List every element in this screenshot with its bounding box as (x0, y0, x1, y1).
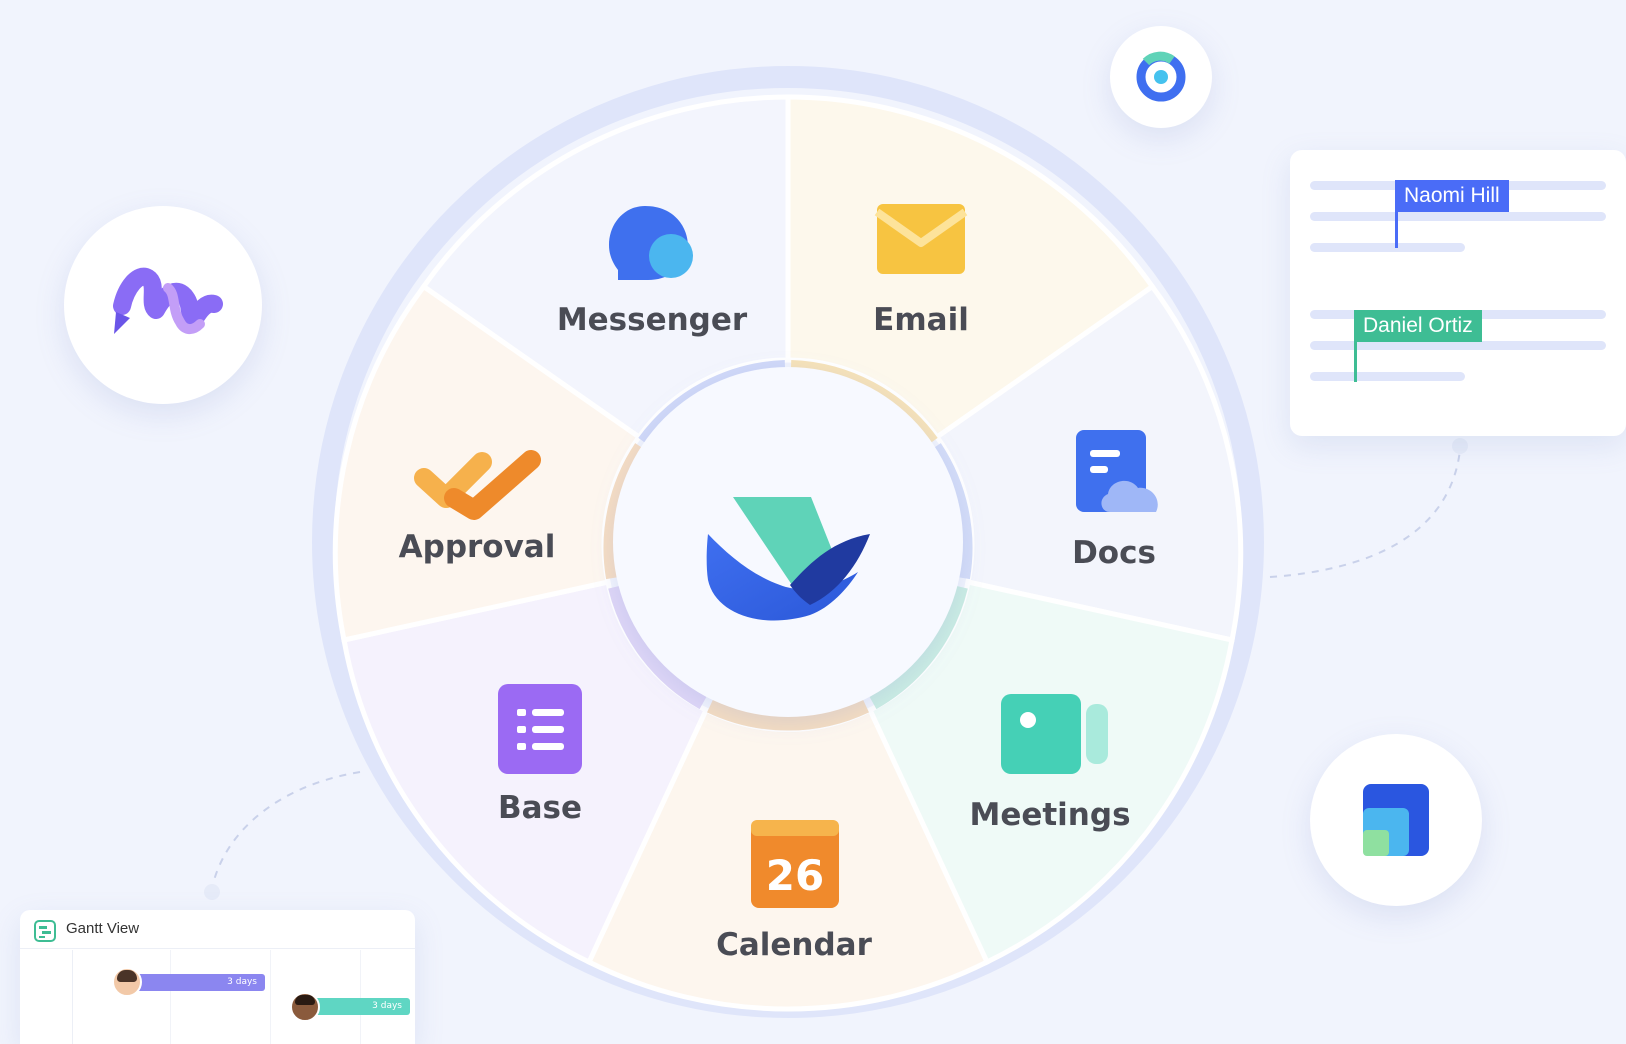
task-line (1310, 243, 1465, 252)
label-calendar: Calendar (716, 927, 872, 963)
gantt-view-card[interactable]: Gantt View 3 days 3 days (20, 910, 415, 1044)
connector-left-dot (204, 884, 220, 900)
assignee-tag-naomi[interactable]: Naomi Hill (1395, 180, 1509, 212)
avatar (112, 967, 142, 997)
pen-wave-app-bubble[interactable] (64, 206, 262, 404)
calendar-day: 26 (766, 851, 824, 900)
gantt-divider (20, 948, 415, 949)
pen-wave-app-icon (113, 267, 223, 334)
task-line (1310, 372, 1465, 381)
gantt-bar[interactable]: 3 days (130, 974, 265, 991)
gantt-gridline (170, 950, 171, 1044)
gantt-gridline (72, 950, 73, 1044)
ring-app-icon (1136, 51, 1186, 102)
label-approval: Approval (399, 529, 556, 565)
layers-app-bubble[interactable] (1310, 734, 1482, 906)
label-meetings: Meetings (969, 797, 1130, 833)
label-base: Base (498, 790, 582, 826)
label-messenger: Messenger (557, 302, 748, 338)
connector-left (211, 771, 361, 889)
task-line (1310, 212, 1606, 221)
document-cloud-icon (1076, 430, 1158, 512)
layers-app-icon (1363, 784, 1429, 856)
connector-right (1269, 449, 1461, 578)
gantt-title: Gantt View (66, 920, 140, 937)
gantt-icon (34, 920, 56, 942)
video-camera-icon (1001, 694, 1108, 774)
connector-right-dot (1452, 438, 1468, 454)
calendar-icon: 26 (751, 820, 839, 908)
avatar (290, 992, 320, 1022)
ring-app-bubble[interactable] (1110, 26, 1212, 128)
label-email: Email (873, 302, 969, 338)
assignee-tag-daniel[interactable]: Daniel Ortiz (1354, 310, 1482, 342)
table-list-icon (498, 684, 582, 774)
label-docs: Docs (1072, 535, 1156, 571)
assignment-card[interactable]: Naomi Hill Daniel Ortiz (1290, 150, 1626, 436)
gantt-bar[interactable]: 3 days (310, 998, 410, 1015)
envelope-icon (874, 204, 968, 274)
gantt-gridline (360, 950, 361, 1044)
gantt-gridline (270, 950, 271, 1044)
